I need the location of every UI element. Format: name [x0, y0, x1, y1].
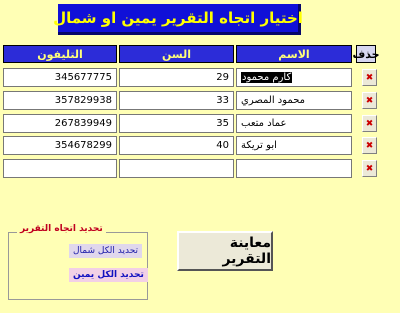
delete-row-button[interactable]: ✖ [362, 160, 377, 177]
name-cell[interactable]: كارم محمود [236, 68, 352, 87]
phone-cell[interactable]: 354678299 [3, 136, 117, 155]
delete-row-button[interactable]: ✖ [362, 92, 377, 109]
header-delete: حذف [352, 45, 380, 63]
age-cell[interactable]: 29 [119, 68, 234, 87]
name-cell[interactable]: محمود المصري [236, 91, 352, 110]
header-phone: التليفون [3, 45, 117, 63]
direction-group-title: تحديد اتجاه التقرير [17, 224, 106, 234]
align-right-label[interactable]: تحديد الكل يمين [69, 268, 148, 282]
form-title: اختيار اتجاه التقرير يمين او شمال [53, 4, 303, 35]
preview-report-button[interactable]: معاينة التقرير [177, 231, 273, 271]
delete-x-icon: ✖ [365, 118, 374, 129]
delete-row-button[interactable]: ✖ [362, 115, 377, 132]
delete-x-icon: ✖ [365, 163, 374, 174]
name-cell[interactable]: ابو تريكة [236, 136, 352, 155]
header-name: الاسم [236, 45, 352, 63]
delete-row-button[interactable]: ✖ [362, 69, 377, 86]
name-cell[interactable] [236, 159, 352, 178]
delete-x-icon: ✖ [365, 140, 374, 151]
delete-x-icon: ✖ [365, 72, 374, 83]
name-cell[interactable]: عماد متعب [236, 114, 352, 133]
age-cell[interactable]: 35 [119, 114, 234, 133]
align-left-label[interactable]: تحديد الكل شمال [69, 244, 143, 258]
header-age: السن [119, 45, 234, 63]
delete-row-button[interactable]: ✖ [362, 137, 377, 154]
age-cell[interactable]: 40 [119, 136, 234, 155]
phone-cell[interactable]: 345677775 [3, 68, 117, 87]
age-cell[interactable]: 33 [119, 91, 234, 110]
delete-x-icon: ✖ [365, 95, 374, 106]
name-cell-selected-text: كارم محمود [241, 72, 293, 83]
phone-cell[interactable] [3, 159, 117, 178]
direction-group-box [8, 232, 148, 300]
phone-cell[interactable]: 357829938 [3, 91, 117, 110]
age-cell[interactable] [119, 159, 234, 178]
phone-cell[interactable]: 267839949 [3, 114, 117, 133]
